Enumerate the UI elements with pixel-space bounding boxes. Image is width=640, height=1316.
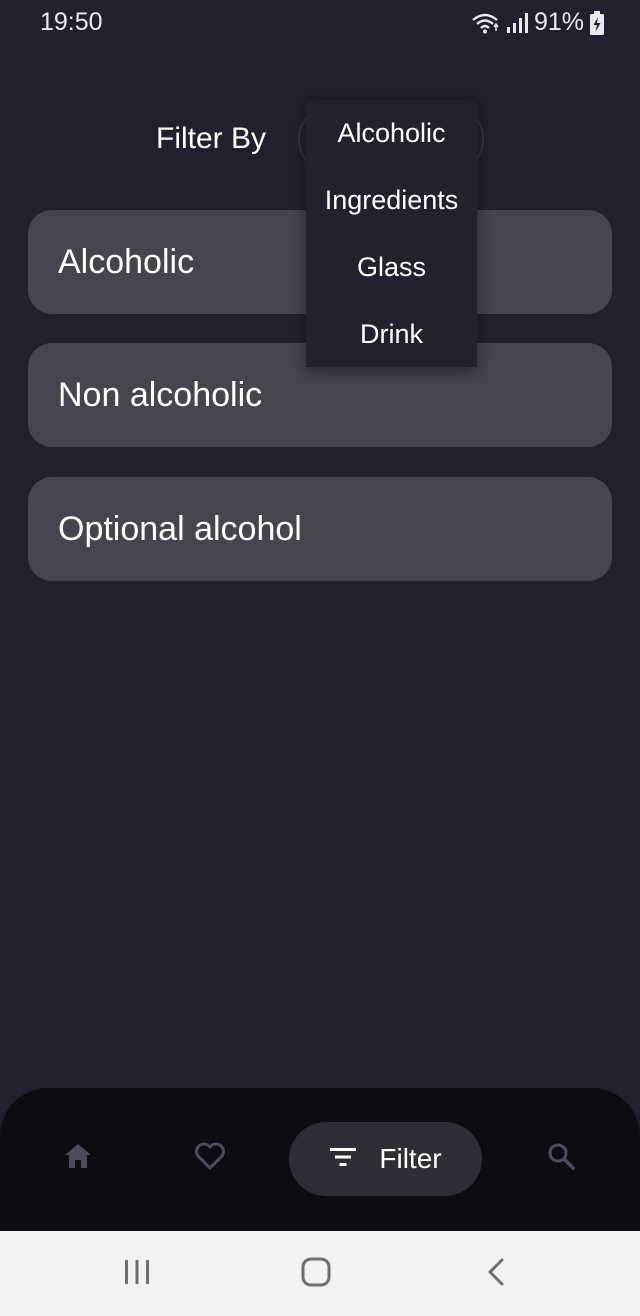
system-home-button[interactable] [296, 1257, 336, 1291]
dropdown-item-glass[interactable]: Glass [306, 234, 477, 301]
filter-by-label: Filter By [156, 122, 267, 155]
recents-button[interactable] [117, 1257, 157, 1291]
heart-icon [194, 1141, 226, 1176]
status-time: 19:50 [40, 8, 103, 36]
nav-filter-button[interactable]: Filter [289, 1122, 482, 1196]
back-chevron-icon [485, 1257, 507, 1292]
status-icons: 91% [470, 8, 604, 37]
filter-icon [329, 1146, 357, 1173]
back-button[interactable] [476, 1257, 516, 1291]
nav-home-button[interactable] [61, 1141, 95, 1175]
dropdown-item-drink[interactable]: Drink [306, 301, 477, 368]
option-card-optional-alcohol[interactable]: Optional alcohol [28, 477, 612, 581]
dropdown-item-ingredients[interactable]: Ingredients [306, 167, 477, 234]
option-label: Non alcoholic [58, 375, 263, 414]
wifi-icon [470, 11, 500, 35]
home-circle-icon [300, 1256, 332, 1293]
bottom-navigation: Filter [0, 1088, 640, 1231]
status-bar: 19:50 91% [0, 0, 640, 46]
nav-favorites-button[interactable] [193, 1141, 227, 1175]
filter-dropdown-menu: Alcoholic Ingredients Glass Drink [306, 100, 477, 367]
nav-search-button[interactable] [544, 1141, 578, 1175]
signal-icon [506, 12, 528, 34]
nav-filter-label: Filter [379, 1143, 442, 1174]
system-navigation-bar [0, 1231, 640, 1316]
option-label: Optional alcohol [58, 509, 302, 548]
battery-percent: 91% [533, 8, 584, 36]
battery-charging-icon [590, 10, 604, 35]
option-label: Alcoholic [58, 242, 195, 281]
dropdown-item-alcoholic[interactable]: Alcoholic [306, 100, 477, 167]
home-icon [63, 1142, 93, 1175]
search-icon [546, 1141, 576, 1176]
recents-icon [122, 1259, 152, 1290]
